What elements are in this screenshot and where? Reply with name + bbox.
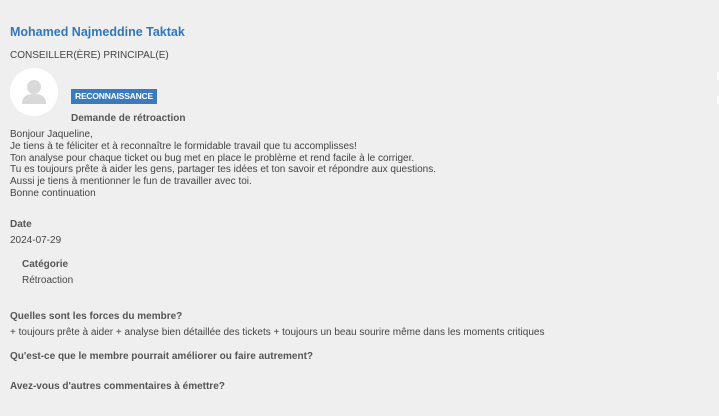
category-label: Catégorie <box>22 259 69 270</box>
feedback-message: Bonjour Jaqueline, Je tiens à te félicit… <box>10 129 436 200</box>
improvement-question: Qu'est-ce que le membre pourrait amélior… <box>10 351 314 362</box>
message-line: Aussi je tiens à mentionner le fun de tr… <box>10 176 252 188</box>
feedback-card: Mohamed Najmeddine Taktak CONSEILLER(ÈRE… <box>0 0 719 418</box>
author-role: CONSEILLER(ÈRE) PRINCIPAL(E) <box>10 50 169 61</box>
comments-question: Avez-vous d'autres commentaires à émettr… <box>10 381 225 392</box>
message-line: Ton analyse pour chaque ticket ou bug me… <box>10 152 415 164</box>
message-line: Tu es toujours prête à aider les gens, p… <box>10 164 436 176</box>
recognition-badge: RECONNAISSANCE <box>71 89 157 104</box>
message-line: Je tiens à te féliciter et à reconnaître… <box>10 140 357 152</box>
strengths-answer: + toujours prête à aider + analyse bien … <box>10 327 545 338</box>
request-title: Demande de rétroaction <box>71 113 186 124</box>
date-value: 2024-07-29 <box>10 235 62 246</box>
strengths-question: Quelles sont les forces du membre? <box>10 311 183 322</box>
user-avatar-placeholder-icon <box>10 68 58 116</box>
category-value: Rétroaction <box>22 275 74 286</box>
date-label: Date <box>10 219 32 230</box>
message-line: Bonjour Jaqueline, <box>10 129 93 140</box>
message-line: Bonne continuation <box>10 187 96 199</box>
author-name-link[interactable]: Mohamed Najmeddine Taktak <box>10 25 185 39</box>
